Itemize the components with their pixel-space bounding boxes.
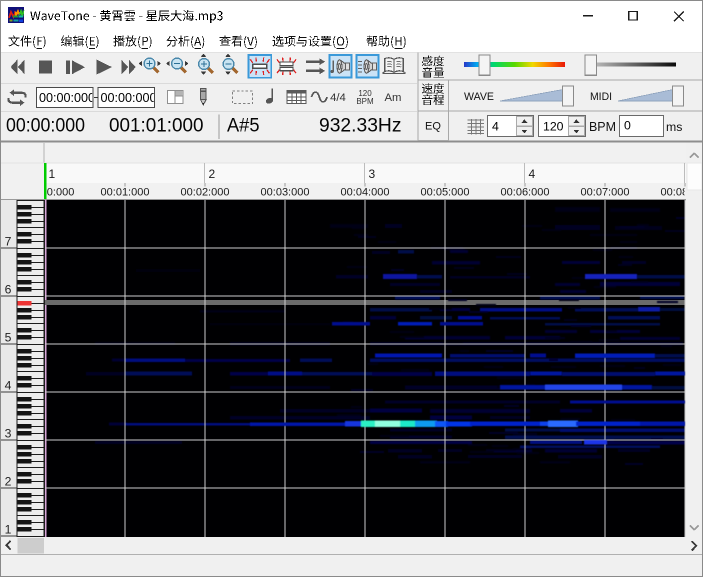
svg-text:3: 3 [369, 167, 376, 181]
svg-text:7: 7 [5, 235, 12, 249]
svg-text:ms: ms [666, 120, 682, 134]
svg-text:00:06:000: 00:06:000 [501, 186, 550, 198]
svg-text:00:00:000: 00:00:000 [39, 91, 95, 105]
svg-text:120: 120 [543, 120, 564, 134]
svg-text:00:07:000: 00:07:000 [581, 186, 630, 198]
svg-text:1: 1 [5, 523, 12, 537]
svg-text:WAVE: WAVE [464, 91, 494, 103]
svg-text:4/4: 4/4 [330, 92, 346, 104]
svg-text:00:05:000: 00:05:000 [421, 186, 470, 198]
svg-text:4: 4 [529, 167, 536, 181]
svg-text:001:01:000: 001:01:000 [109, 114, 204, 136]
svg-text:00:00:000: 00:00:000 [101, 91, 157, 105]
svg-text:MIDI: MIDI [590, 91, 612, 103]
svg-text:00:03:000: 00:03:000 [261, 186, 310, 198]
svg-text:00:01:000: 00:01:000 [101, 186, 150, 198]
svg-text:3: 3 [5, 427, 12, 441]
svg-text:2: 2 [209, 167, 216, 181]
svg-text:Am: Am [385, 92, 402, 104]
svg-text:1: 1 [49, 167, 56, 181]
svg-text:0: 0 [624, 119, 631, 133]
svg-text:4: 4 [5, 379, 12, 393]
svg-text:00:02:000: 00:02:000 [181, 186, 230, 198]
svg-text:932.33Hz: 932.33Hz [319, 114, 402, 136]
svg-text:A#5: A#5 [227, 114, 260, 136]
svg-text:4: 4 [492, 120, 499, 134]
svg-text:00:04:000: 00:04:000 [341, 186, 390, 198]
svg-text:5: 5 [5, 331, 12, 345]
svg-text:6: 6 [5, 283, 12, 297]
svg-text:00:00:000: 00:00:000 [6, 114, 85, 136]
svg-text:BPM: BPM [356, 97, 374, 106]
svg-text:BPM: BPM [589, 120, 616, 134]
svg-text:0:000: 0:000 [47, 186, 75, 198]
svg-text:EQ: EQ [425, 121, 441, 133]
svg-text:2: 2 [5, 475, 12, 489]
